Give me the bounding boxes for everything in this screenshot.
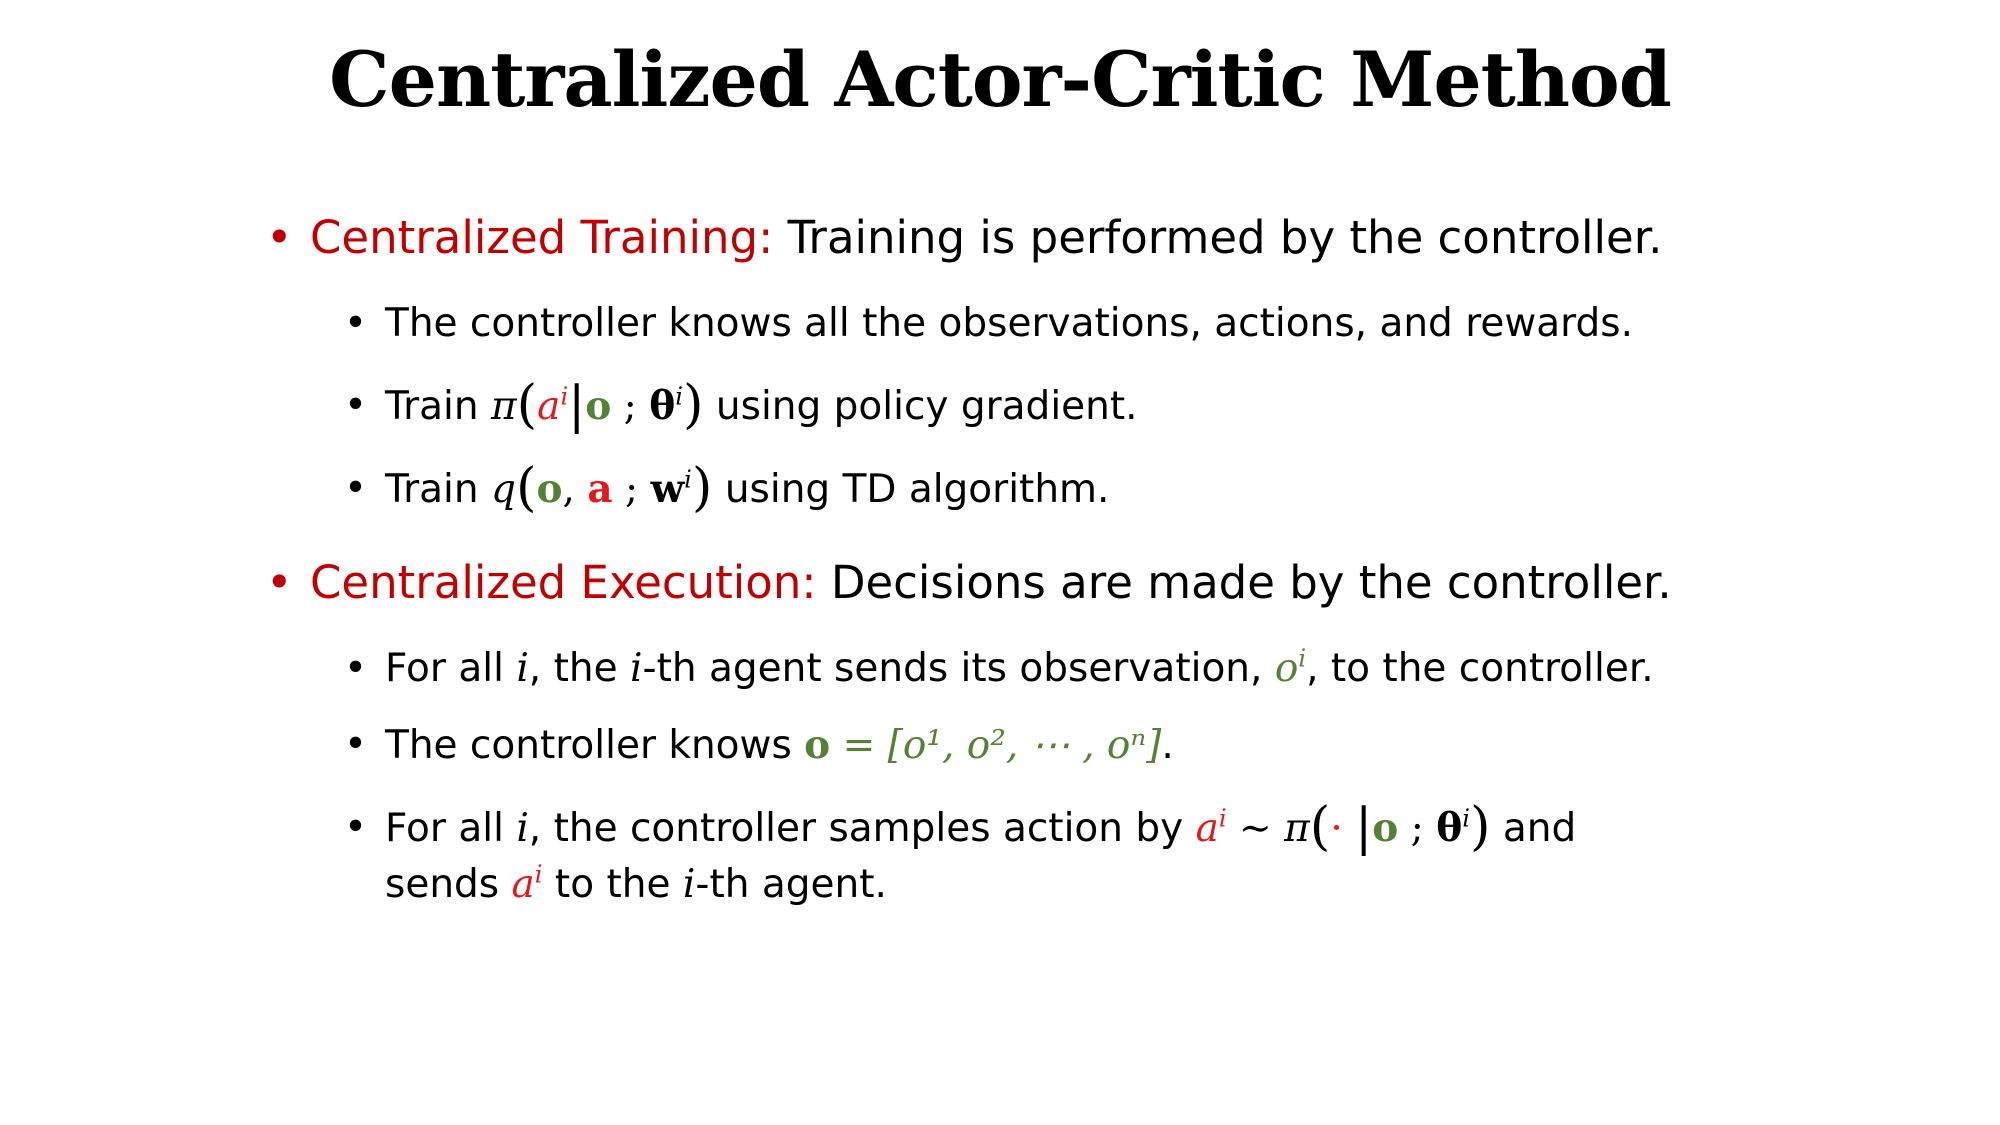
text-fragment: . (1161, 723, 1174, 768)
index-i: i (682, 862, 696, 907)
superscript-i: i (1462, 804, 1470, 833)
bullet-marker: • (266, 211, 293, 264)
slide-title: Centralized Actor-Critic Method (329, 35, 1672, 124)
train-label: Train (385, 384, 479, 429)
bullet-marker: • (344, 646, 368, 691)
training-heading: Centralized Training: (310, 211, 774, 264)
text-fragment: , the controller samples action by (528, 806, 1184, 851)
text-fragment: -th agent. (695, 862, 887, 907)
index-i: i (516, 646, 529, 691)
conditional-bar: | (568, 375, 586, 435)
bullet-marker: • (266, 556, 293, 609)
bullet-marker: • (344, 301, 368, 346)
observation-vector: o (585, 383, 612, 429)
execution-heading: Centralized Execution: (310, 556, 817, 609)
right-paren: ) (691, 457, 713, 519)
text-fragment: For all (385, 646, 504, 691)
pi-symbol: π (1284, 806, 1310, 851)
observation-vector: o (1372, 805, 1399, 851)
observation-vector: o (536, 466, 563, 512)
text-fragment: For all (385, 806, 504, 851)
observation-list-formula: = [o¹, o², ⋯ , oⁿ] (842, 723, 1162, 768)
semicolon: ; (1410, 806, 1424, 851)
tilde-symbol: ∼ (1239, 806, 1272, 851)
bullet-marker: • (344, 722, 368, 767)
text-fragment: The controller knows (385, 723, 792, 768)
action-symbol: a (511, 862, 535, 907)
train-label: Train (385, 467, 479, 512)
w-symbol: w (650, 466, 685, 512)
index-i: i (516, 806, 529, 851)
text-fragment: to the (554, 862, 671, 907)
bullet-marker: • (344, 805, 368, 850)
semicolon: ; (625, 467, 639, 512)
superscript-i: i (684, 465, 692, 494)
observation-symbol: o (1274, 646, 1299, 691)
sub-bullet-text: The controller knows all the observation… (385, 301, 1633, 346)
training-text: Training is performed by the controller. (787, 211, 1663, 264)
text-fragment: sends (385, 862, 500, 907)
action-vector: a (587, 466, 613, 512)
td-algorithm-text: using TD algorithm. (724, 467, 1110, 512)
text-fragment: -th agent sends its observation, (642, 646, 1263, 691)
text-fragment: , to the controller. (1306, 646, 1654, 691)
left-paren: ( (1309, 796, 1331, 858)
superscript-i: i (675, 382, 683, 411)
bullet-marker: • (344, 466, 368, 511)
dot-placeholder: · (1330, 806, 1343, 851)
text-fragment: and (1502, 806, 1577, 851)
q-symbol: q (490, 467, 516, 512)
observation-vector: o (804, 722, 831, 768)
superscript-i: i (1298, 644, 1307, 673)
action-symbol: a (1195, 806, 1219, 851)
pi-symbol: π (490, 384, 517, 429)
superscript-i: i (1218, 804, 1227, 833)
index-i: i (630, 646, 643, 691)
semicolon: ; (623, 384, 637, 429)
policy-gradient-text: using policy gradient. (715, 384, 1138, 429)
comma: , (562, 467, 575, 512)
right-paren: ) (1469, 796, 1491, 858)
execution-text: Decisions are made by the controller. (830, 556, 1672, 609)
bullet-marker: • (344, 383, 368, 428)
right-paren: ) (682, 374, 704, 436)
superscript-i: i (560, 382, 569, 411)
theta-symbol: θ (1436, 805, 1463, 851)
theta-symbol: θ (649, 383, 676, 429)
left-paren: ( (516, 374, 538, 436)
superscript-i: i (534, 860, 543, 889)
text-fragment: , the (528, 646, 618, 691)
action-symbol: a (537, 384, 561, 429)
left-paren: ( (515, 457, 537, 519)
conditional-bar: | (1355, 797, 1373, 857)
